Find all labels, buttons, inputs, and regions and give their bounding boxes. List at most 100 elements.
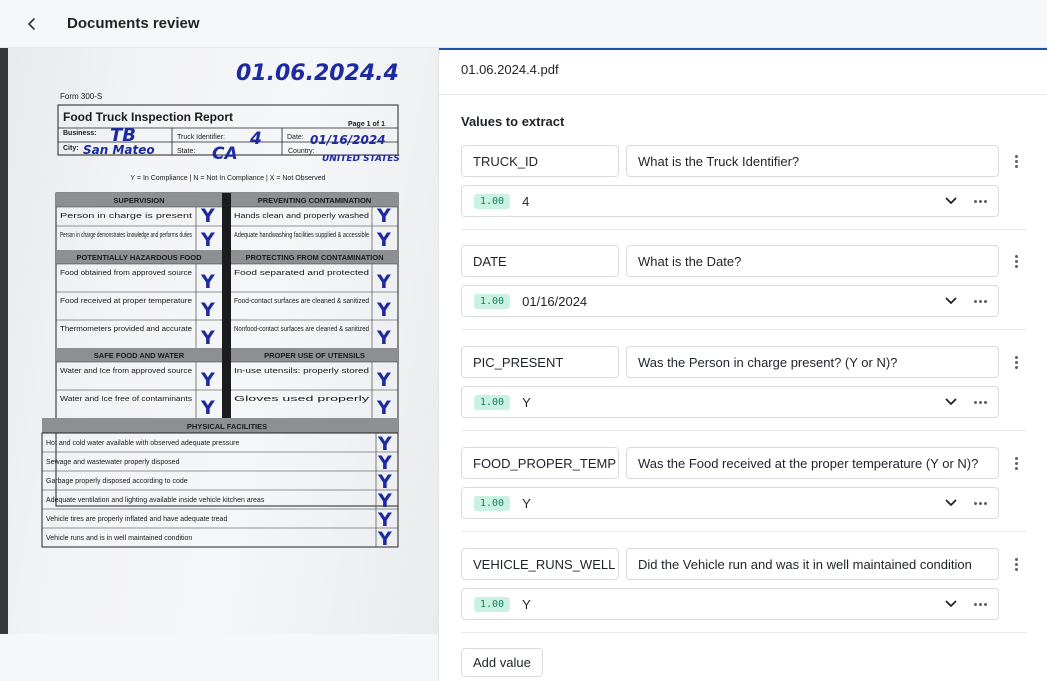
- extracted-value-select[interactable]: 1.00 Y: [461, 386, 999, 418]
- confidence-badge: 1.00: [474, 193, 511, 209]
- compliance-mark: Y: [376, 327, 391, 349]
- section-header: POTENTIALLY HAZARDOUS FOOD: [76, 253, 202, 262]
- extracted-value-select[interactable]: 1.00 Y: [461, 487, 999, 519]
- checklist-item: Food obtained from approved source: [60, 270, 192, 277]
- chevron-down-icon[interactable]: [944, 395, 958, 409]
- checklist-item: Hot and cold water available with observ…: [46, 440, 240, 447]
- legend: Y = In Compliance | N = Not In Complianc…: [130, 175, 325, 182]
- value-question-input[interactable]: What is the Truck Identifier?: [626, 145, 999, 177]
- document-preview-pane: 01.06.2024.4 Form 300-S Food Truck Inspect…: [0, 48, 438, 681]
- confidence-badge: 1.00: [474, 596, 511, 612]
- city-label: City:: [63, 145, 79, 152]
- extracted-value: Y: [522, 495, 531, 511]
- checklist-item: Sewage and wastewater properly disposed: [46, 459, 180, 466]
- more-options-icon[interactable]: [972, 294, 988, 308]
- extracted-value-select[interactable]: 1.00 4: [461, 185, 999, 217]
- compliance-mark: Y: [200, 205, 215, 227]
- checklist-item: Water and Ice free of contaminants: [60, 396, 193, 403]
- chevron-down-icon[interactable]: [944, 496, 958, 510]
- extraction-pane: 01.06.2024.4.pdf Values to extract TRUCK…: [439, 48, 1047, 681]
- city-value: San Mateo: [83, 143, 155, 157]
- row-options-button[interactable]: [1010, 251, 1022, 271]
- compliance-mark: Y: [200, 327, 215, 349]
- more-options-icon[interactable]: [972, 395, 988, 409]
- more-options-icon[interactable]: [972, 194, 988, 208]
- compliance-mark: Y: [376, 397, 391, 419]
- page-title: Documents review: [67, 15, 200, 32]
- checklist-item: Person in charge is present: [60, 213, 192, 220]
- more-options-icon[interactable]: [972, 496, 988, 510]
- section-header: SUPERVISION: [113, 196, 164, 205]
- chevron-down-icon[interactable]: [944, 597, 958, 611]
- checklist-item: Hands clean and properly washed: [234, 213, 369, 220]
- value-name-input[interactable]: DATE: [461, 245, 619, 277]
- country-value: UNITED STATES: [322, 154, 400, 164]
- section-header: SAFE FOOD AND WATER: [94, 351, 185, 360]
- chevron-down-icon[interactable]: [944, 194, 958, 208]
- divider: [461, 430, 1027, 431]
- row-options-button[interactable]: [1010, 352, 1022, 372]
- value-question-input[interactable]: Was the Person in charge present? (Y or …: [626, 346, 999, 378]
- extracted-value: Y: [522, 596, 531, 612]
- checklist-item: In-use utensils: properly stored: [234, 368, 369, 375]
- form-code: Form 300-S: [60, 92, 102, 101]
- checklist-item: Nonfood-contact surfaces are cleaned & s…: [234, 326, 369, 333]
- state-value: CA: [212, 144, 238, 164]
- date-label: Date:: [287, 134, 304, 141]
- more-options-icon[interactable]: [972, 597, 988, 611]
- extracted-value: Y: [522, 394, 531, 410]
- compliance-mark: Y: [200, 299, 215, 321]
- compliance-mark: Y: [200, 271, 215, 293]
- back-button[interactable]: [21, 13, 43, 35]
- active-accent-line: [439, 48, 1047, 50]
- row-options-button[interactable]: [1010, 554, 1022, 574]
- section-label: Values to extract: [461, 114, 565, 129]
- value-question-input[interactable]: Did the Vehicle run and was it in well m…: [626, 548, 999, 580]
- section-header: PROPER USE OF UTENSILS: [264, 351, 365, 360]
- extracted-value: 4: [522, 193, 530, 209]
- value-name-input[interactable]: PIC_PRESENT: [461, 346, 619, 378]
- compliance-mark: Y: [376, 229, 391, 251]
- extraction-row: TRUCK_ID What is the Truck Identifier? 1.0…: [461, 145, 1029, 230]
- extracted-value: 01/16/2024: [522, 293, 588, 309]
- value-name-input[interactable]: TRUCK_ID: [461, 145, 619, 177]
- compliance-mark: Y: [200, 397, 215, 419]
- extraction-row: VEHICLE_RUNS_WELL Did the Vehicle run and…: [461, 548, 1029, 633]
- divider: [461, 531, 1027, 532]
- value-question-input[interactable]: Was the Food received at the proper temp…: [626, 447, 999, 479]
- compliance-mark: Y: [376, 271, 391, 293]
- checklist-item: Gloves used properly: [234, 396, 370, 403]
- row-options-button[interactable]: [1010, 151, 1022, 171]
- value-name-input[interactable]: VEHICLE_RUNS_WELL: [461, 548, 619, 580]
- compliance-mark: Y: [376, 205, 391, 227]
- checklist-item: Food separated and protected: [234, 270, 369, 277]
- extraction-row: FOOD_PROPER_TEMP Was the Food received at…: [461, 447, 1029, 532]
- state-label: State:: [177, 148, 195, 155]
- extraction-row: DATE What is the Date? 1.00 01/16/2024: [461, 245, 1029, 330]
- form-title: Food Truck Inspection Report: [63, 110, 233, 124]
- checklist-item: Food-contact surfaces are cleaned & sani…: [234, 298, 369, 305]
- value-name-input[interactable]: FOOD_PROPER_TEMP: [461, 447, 619, 479]
- divider: [461, 329, 1027, 330]
- add-value-button[interactable]: Add value: [461, 648, 543, 677]
- extracted-value-select[interactable]: 1.00 01/16/2024: [461, 285, 999, 317]
- grid-center-divider: [222, 193, 231, 418]
- chevron-left-icon: [28, 17, 35, 30]
- extracted-value-select[interactable]: 1.00 Y: [461, 588, 999, 620]
- confidence-badge: 1.00: [474, 293, 511, 309]
- row-options-button[interactable]: [1010, 453, 1022, 473]
- divider: [461, 632, 1027, 633]
- inspection-form: 01.06.2024.4 Form 300-S Food Truck Inspect…: [41, 61, 400, 550]
- confidence-badge: 1.00: [474, 394, 511, 410]
- section-header: PHYSICAL FACILITIES: [187, 422, 267, 431]
- compliance-mark: Y: [376, 369, 391, 391]
- handwritten-note: 01.06.2024.4: [236, 61, 399, 86]
- checklist-item: Thermometers provided and accurate: [60, 326, 192, 333]
- file-name: 01.06.2024.4.pdf: [461, 62, 559, 77]
- document-photo: 01.06.2024.4 Form 300-S Food Truck Inspect…: [0, 48, 438, 634]
- divider: [461, 229, 1027, 230]
- chevron-down-icon[interactable]: [944, 294, 958, 308]
- value-question-input[interactable]: What is the Date?: [626, 245, 999, 277]
- checklist-item: Vehicle runs and is in well maintained c…: [46, 535, 192, 542]
- checklist-item: Vehicle tires are properly inflated and …: [46, 516, 227, 523]
